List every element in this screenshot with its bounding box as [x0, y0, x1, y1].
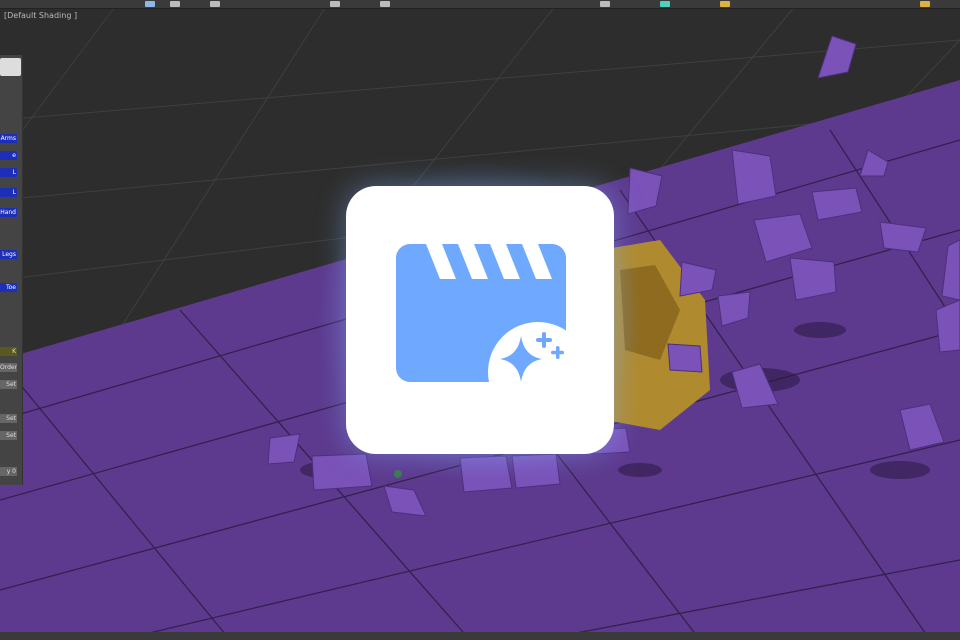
set-button-1[interactable]: Set [0, 380, 17, 389]
panel-header[interactable] [0, 58, 21, 76]
toe-button[interactable]: Toe [0, 283, 17, 292]
clapperboard-sparkle-icon [396, 244, 588, 422]
top-toolbar [0, 0, 960, 9]
order-button[interactable]: Order [0, 363, 17, 372]
arms-button[interactable]: Arms [0, 134, 17, 143]
value-field[interactable]: y 0 [0, 467, 17, 476]
panel-button-3[interactable]: L [0, 168, 17, 177]
mirror-icon[interactable] [380, 1, 390, 7]
set-button-2[interactable]: Set [0, 414, 17, 423]
bottom-status-bar [0, 632, 960, 640]
legs-button[interactable]: Legs [0, 250, 17, 259]
rotate-icon[interactable] [170, 1, 180, 7]
panel-button-4[interactable]: L [0, 188, 17, 197]
panel-button-2[interactable]: e [0, 151, 17, 160]
set-button-3[interactable]: Set [0, 431, 17, 440]
video-ai-enhance-app-icon[interactable] [346, 186, 614, 454]
render-frame-icon[interactable] [920, 1, 930, 7]
render-icon[interactable] [720, 1, 730, 7]
scale-icon[interactable] [210, 1, 220, 7]
render-setup-icon[interactable] [600, 1, 610, 7]
hand-button[interactable]: Hand [0, 208, 17, 217]
left-character-panel: Arms e L L Hand Legs Toe K Order Set Set… [0, 55, 23, 485]
snap-icon[interactable] [330, 1, 340, 7]
material-editor-icon[interactable] [660, 1, 670, 7]
key-button[interactable]: K [0, 347, 17, 356]
select-icon[interactable] [145, 1, 155, 7]
viewport-shading-label[interactable]: [Default Shading ] [4, 11, 77, 20]
